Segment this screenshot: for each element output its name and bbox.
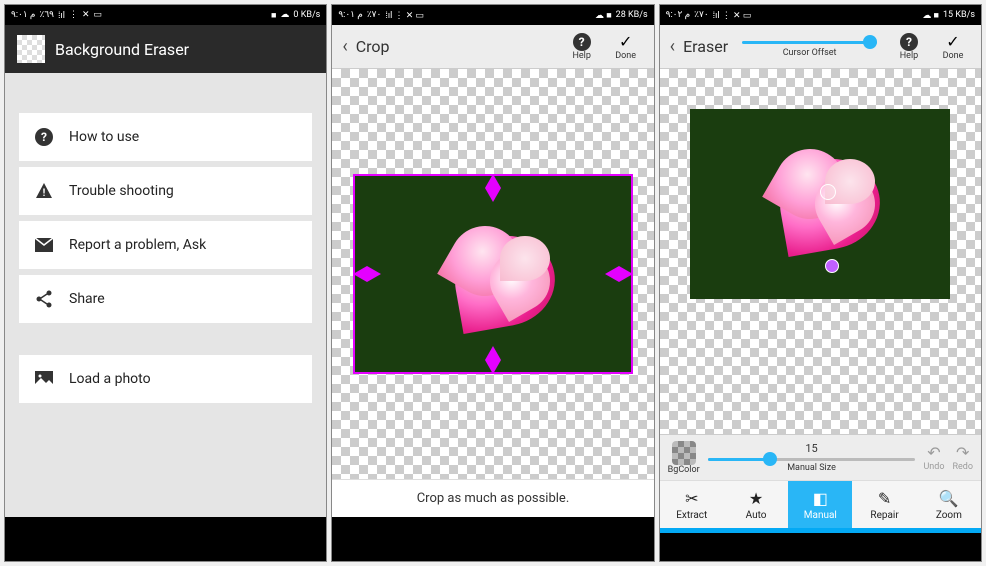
menu-report-problem[interactable]: Report a problem, Ask: [19, 221, 312, 269]
redo-button[interactable]: ↷ Redo: [952, 443, 973, 472]
mute-icon: ✕: [82, 10, 90, 20]
photo-icon: [33, 368, 55, 390]
app-icon: [17, 35, 45, 63]
mode-extract[interactable]: ✂ Extract: [660, 481, 724, 528]
status-battery: ٪٦٩: [40, 10, 55, 20]
menu-label: Share: [69, 291, 105, 307]
help-button[interactable]: ? Help: [891, 33, 927, 61]
crop-handle-bottom[interactable]: [485, 360, 501, 374]
cast-icon: ▭: [93, 10, 102, 20]
app-title: Background Eraser: [55, 40, 189, 59]
wifi-icon: ⋮: [69, 10, 78, 20]
bgcolor-button[interactable]: BgColor: [668, 441, 700, 475]
status-bar: م ٩:٠١ ٪٦٩ ⁞ıl ⋮ ✕ ▭ 0 KB/s ☁ ■: [5, 5, 326, 25]
mode-repair[interactable]: ✎ Repair: [852, 481, 916, 528]
help-button[interactable]: ? Help: [564, 33, 600, 61]
share-icon: [33, 288, 55, 310]
back-button[interactable]: ‹: [342, 36, 347, 57]
help-icon: ?: [900, 33, 918, 51]
status-time: م ٩:٠١: [11, 10, 36, 20]
pencil-icon: ✎: [878, 489, 891, 508]
check-icon: ✓: [619, 32, 632, 51]
crop-handle-right[interactable]: [619, 266, 633, 282]
app-titlebar: Background Eraser: [5, 25, 326, 73]
ad-footer: [5, 517, 326, 561]
back-button[interactable]: ‹: [670, 36, 675, 57]
screen-eraser: م ٩:٠٢ ٪٧٠ ⁞ıl ⋮ ✕ ▭ 15 KB/s ☁ ■ ‹ Erase…: [659, 4, 982, 562]
undo-icon: ↶: [927, 443, 940, 462]
checker-icon: [672, 441, 696, 465]
mode-manual[interactable]: ◧ Manual: [788, 481, 852, 528]
status-bar: م ٩:٠١ ٪٧٠ ⁞ıl ⋮ ✕ ▭ 28 KB/s ☁ ■: [332, 5, 653, 25]
menu-label: How to use: [69, 129, 139, 145]
menu-how-to-use[interactable]: ? How to use: [19, 113, 312, 161]
star-icon: ★: [749, 489, 763, 508]
screen-crop: م ٩:٠١ ٪٧٠ ⁞ıl ⋮ ✕ ▭ 28 KB/s ☁ ■ ‹ Crop …: [331, 4, 654, 562]
done-button[interactable]: ✓ Done: [935, 32, 971, 61]
status-bar: م ٩:٠٢ ٪٧٠ ⁞ıl ⋮ ✕ ▭ 15 KB/s ☁ ■: [660, 5, 981, 25]
crop-hint: Crop as much as possible.: [332, 479, 653, 517]
svg-text:?: ?: [41, 130, 47, 144]
eraser-icon: ◧: [813, 489, 828, 508]
screen-main-menu: م ٩:٠١ ٪٦٩ ⁞ıl ⋮ ✕ ▭ 0 KB/s ☁ ■ Backgrou…: [4, 4, 327, 562]
check-icon: ✓: [946, 32, 959, 51]
undo-button[interactable]: ↶ Undo: [923, 443, 944, 472]
screen-title: Eraser: [683, 37, 728, 56]
crop-handle-top[interactable]: [485, 174, 501, 188]
cursor-offset-slider[interactable]: Cursor Offset: [736, 35, 883, 58]
main-menu: ? How to use ! Trouble shooting Report a…: [5, 73, 326, 517]
menu-load-photo[interactable]: Load a photo: [19, 355, 312, 403]
menu-label: Report a problem, Ask: [69, 237, 206, 253]
size-panel: BgColor 15 Manual Size ↶ Undo ↷ Redo: [660, 434, 981, 480]
mode-bar: ✂ Extract ★ Auto ◧ Manual ✎ Repair 🔍 Zoo…: [660, 480, 981, 528]
screen-title: Crop: [356, 37, 390, 56]
eraser-canvas[interactable]: [660, 69, 981, 434]
ad-footer: [660, 533, 981, 561]
mode-auto[interactable]: ★ Auto: [724, 481, 788, 528]
menu-share[interactable]: Share: [19, 275, 312, 323]
manual-size-slider[interactable]: 15 Manual Size: [708, 442, 916, 473]
ad-footer: [332, 517, 653, 561]
done-button[interactable]: ✓ Done: [608, 32, 644, 61]
menu-label: Trouble shooting: [69, 183, 174, 199]
signal-icon: ⁞ıl: [58, 10, 65, 21]
scissors-icon: ✂: [685, 489, 698, 508]
svg-text:!: !: [43, 188, 46, 199]
menu-label: Load a photo: [69, 371, 151, 387]
crop-handle-left[interactable]: [353, 266, 367, 282]
camera-icon: ■: [271, 10, 276, 21]
menu-troubleshooting[interactable]: ! Trouble shooting: [19, 167, 312, 215]
mode-zoom[interactable]: 🔍 Zoom: [917, 481, 981, 528]
crop-canvas[interactable]: [332, 69, 653, 479]
mail-icon: [33, 234, 55, 256]
help-icon: ?: [573, 33, 591, 51]
redo-icon: ↷: [956, 443, 969, 462]
question-icon: ?: [33, 126, 55, 148]
eraser-cursor-dot[interactable]: [825, 259, 839, 273]
magnifier-icon: 🔍: [939, 489, 959, 508]
eraser-toolbar: ‹ Eraser Cursor Offset ? Help ✓ Done: [660, 25, 981, 69]
warning-icon: !: [33, 180, 55, 202]
working-image[interactable]: [690, 109, 950, 299]
crop-toolbar: ‹ Crop ? Help ✓ Done: [332, 25, 653, 69]
rose-image: [440, 216, 570, 336]
crop-frame[interactable]: [353, 174, 633, 374]
cloud-icon: ☁: [280, 10, 289, 20]
